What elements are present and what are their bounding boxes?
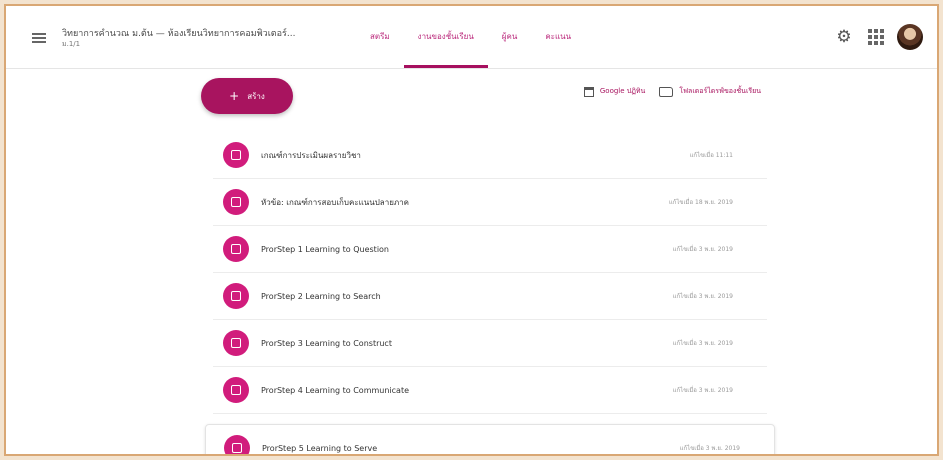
topic-row[interactable]: ProrStep 4 Learning to Communicate แก้ไข… [213,367,767,414]
hamburger-menu-icon[interactable] [32,33,46,43]
topic-title: ProrStep 1 Learning to Question [261,244,389,254]
topic-date: แก้ไขเมื่อ 3 พ.ย. 2019 [672,293,733,300]
topic-date: แก้ไขเมื่อ 3 พ.ย. 2019 [672,387,733,394]
class-tabs: สตรีม งานของชั้นเรียน ผู้คน คะแนน [356,6,585,68]
topic-date: แก้ไขเมื่อ 3 พ.ย. 2019 [672,246,733,253]
tab-stream[interactable]: สตรีม [356,6,404,68]
topic-date: แก้ไขเมื่อ 3 พ.ย. 2019 [672,340,733,347]
assignment-icon [224,435,250,454]
folder-icon[interactable] [659,86,674,97]
topic-date: แก้ไขเมื่อ 3 พ.ย. 2019 [679,445,740,452]
header-actions: ⚙ [833,24,923,50]
assignment-icon [223,189,249,215]
top-app-bar: วิทยาการคำนวณ ม.ต้น — ห้องเรียนวิทยาการค… [6,6,937,69]
topic-title: หัวข้อ: เกณฑ์การสอบเก็บคะแนนปลายภาค [261,197,409,207]
tab-grades[interactable]: คะแนน [531,6,585,68]
topic-row[interactable]: เกณฑ์การประเมินผลรายวิชา แก้ไขเมื่อ 11:1… [213,132,767,179]
assignment-icon [223,236,249,262]
topic-row[interactable]: ProrStep 5 Learning to Serve แก้ไขเมื่อ … [205,424,775,454]
topic-date: แก้ไขเมื่อ 11:11 [689,152,733,159]
class-drive-folder-link[interactable]: โฟลเดอร์ไดรฟ์ของชั้นเรียน [679,86,761,97]
avatar[interactable] [897,24,923,50]
topic-row[interactable]: ProrStep 1 Learning to Question แก้ไขเมื… [213,226,767,273]
topic-title: ProrStep 5 Learning to Serve [262,443,378,453]
tab-classwork[interactable]: งานของชั้นเรียน [403,6,488,68]
apps-grid-icon[interactable] [865,26,887,48]
topic-title: ProrStep 2 Learning to Search [261,291,381,301]
topic-row[interactable]: ProrStep 3 Learning to Construct แก้ไขเม… [213,320,767,367]
plus-icon: + [229,89,240,103]
create-button[interactable]: + สร้าง [201,78,293,114]
topic-title: เกณฑ์การประเมินผลรายวิชา [261,150,361,160]
classroom-window: วิทยาการคำนวณ ม.ต้น — ห้องเรียนวิทยาการค… [4,4,939,456]
topic-row[interactable]: ProrStep 2 Learning to Search แก้ไขเมื่อ… [213,273,767,320]
calendar-icon[interactable] [583,86,594,97]
topic-date: แก้ไขเมื่อ 18 พ.ย. 2019 [668,199,733,206]
topic-title: ProrStep 4 Learning to Communicate [261,385,410,395]
classwork-links: Google ปฏิทิน โฟลเดอร์ไดรฟ์ของชั้นเรียน [583,86,761,97]
assignment-icon [223,377,249,403]
create-button-label: สร้าง [247,91,265,101]
topic-list: เกณฑ์การประเมินผลรายวิชา แก้ไขเมื่อ 11:1… [205,132,775,454]
class-section: ม.1/1 [62,40,81,48]
gear-icon[interactable]: ⚙ [833,26,855,48]
topic-row[interactable]: หัวข้อ: เกณฑ์การสอบเก็บคะแนนปลายภาค แก้ไ… [213,179,767,226]
assignment-icon [223,283,249,309]
assignment-icon [223,330,249,356]
tab-people[interactable]: ผู้คน [488,6,532,68]
class-title[interactable]: วิทยาการคำนวณ ม.ต้น — ห้องเรียนวิทยาการค… [62,26,337,40]
assignment-icon [223,142,249,168]
topic-title: ProrStep 3 Learning to Construct [261,338,392,348]
google-calendar-link[interactable]: Google ปฏิทิน [600,86,645,97]
